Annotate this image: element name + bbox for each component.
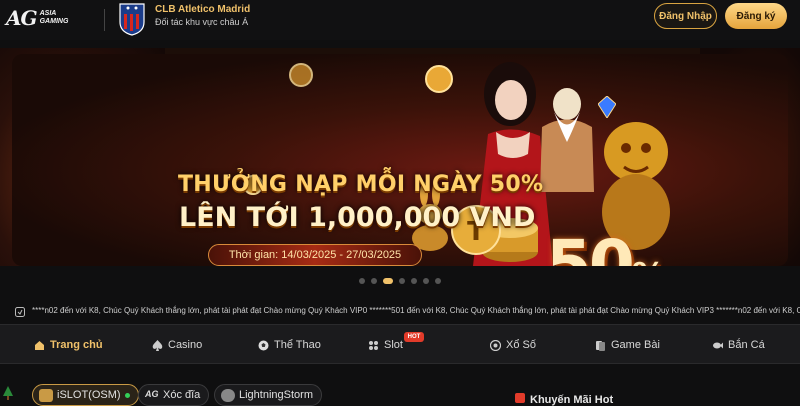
gold-coin-icon — [289, 63, 313, 87]
carousel-dot[interactable] — [411, 278, 417, 284]
promo-amount: LÊN TỚI 1,000,000 VND — [179, 202, 536, 233]
storm-icon — [221, 389, 235, 402]
soccer-ball-icon — [258, 340, 269, 350]
carousel-dot[interactable] — [399, 278, 405, 284]
register-button[interactable]: Đăng ký — [725, 3, 787, 29]
nav-item-casino[interactable]: Casino — [152, 325, 202, 365]
cards-icon — [596, 340, 605, 351]
fish-icon — [713, 342, 723, 348]
lottery-icon — [490, 339, 501, 351]
atletico-crest-icon — [119, 3, 145, 36]
gift-icon — [515, 393, 525, 403]
carousel-indicators — [0, 278, 800, 286]
ag-logo-mark: AG — [6, 6, 38, 30]
nav-item-slot[interactable]: Slot — [368, 325, 403, 365]
login-button[interactable]: Đăng Nhập — [654, 3, 717, 29]
announcement-marquee: ****n02 đến với K8, Chúc Quý Khách thắng… — [0, 303, 800, 321]
marquee-text: ****n02 đến với K8, Chúc Quý Khách thắng… — [32, 306, 800, 315]
ag-icon: AG — [145, 389, 159, 399]
nav-item-home[interactable]: Trang chủ — [34, 325, 103, 365]
provider-chip-lightningstorm[interactable]: LightningStorm — [214, 384, 322, 406]
nav-item-sports[interactable]: Thể Thao — [258, 325, 321, 365]
nav-item-card-games[interactable]: Game Bài — [595, 325, 660, 365]
carousel-dot[interactable] — [371, 278, 377, 284]
slot-icon — [369, 340, 378, 350]
home-icon — [35, 340, 44, 350]
banner-active-slide[interactable]: T THƯỞNG NẠP MỖI NGÀY 50% LÊN TỚI 1,000,… — [12, 54, 788, 266]
provider-chip-xoc-dia[interactable]: AG Xóc đĩa — [138, 384, 210, 406]
carousel-dot[interactable] — [359, 278, 365, 284]
carousel-dot[interactable] — [383, 278, 393, 284]
islot-icon — [39, 389, 53, 402]
promo-headline: THƯỞNG NẠP MỖI NGÀY 50% — [178, 172, 544, 197]
nav-item-fishing[interactable]: Bắn Cá — [712, 325, 765, 365]
top-header: AG ASIA GAMING CLB Atletico Madrid Đối t… — [0, 0, 800, 40]
promo-period: Thời gian: 14/03/2025 - 27/03/2025 — [208, 244, 422, 266]
club-subtitle: Đối tác khu vực châu Á — [155, 17, 249, 27]
club-title: CLB Atletico Madrid — [155, 4, 251, 15]
asia-gaming-logo[interactable]: AG ASIA GAMING — [6, 6, 68, 30]
nav-item-lottery[interactable]: Xổ Số — [490, 325, 536, 365]
hot-promotions-title: Khuyến Mãi Hot — [530, 394, 614, 406]
tree-icon — [3, 386, 13, 400]
spade-icon — [152, 339, 163, 351]
promo-banner-carousel[interactable]: T THƯỞNG NẠP MỖI NGÀY 50% LÊN TỚI 1,000,… — [0, 48, 800, 266]
carousel-dot[interactable] — [435, 278, 441, 284]
notice-icon — [15, 307, 25, 317]
blue-gem-icon — [598, 96, 616, 118]
main-nav: Trang chủ Casino Thể Thao Slot Xổ Số Gam… — [0, 324, 800, 364]
big-50-percent: 50% — [546, 226, 666, 266]
provider-chip-islot[interactable]: iSLOT(OSM) — [32, 384, 139, 406]
hot-badge: HOT — [404, 332, 424, 342]
live-indicator — [124, 392, 130, 398]
ag-logo-text: ASIA GAMING — [39, 10, 69, 25]
header-divider — [104, 9, 105, 31]
gold-coin-icon — [425, 65, 453, 93]
carousel-dot[interactable] — [423, 278, 429, 284]
